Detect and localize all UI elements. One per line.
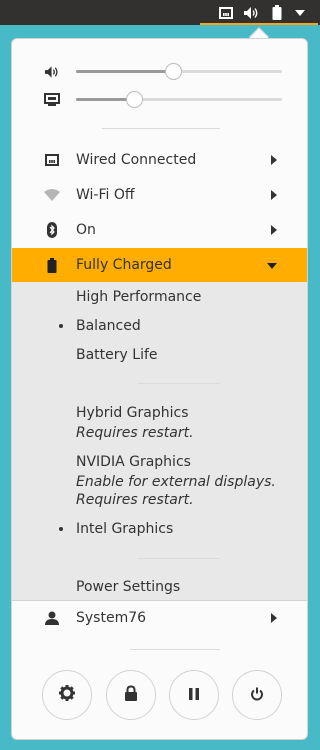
lock-icon — [124, 685, 138, 705]
bluetooth-item[interactable]: On — [12, 213, 307, 247]
chevron-down-icon — [267, 263, 277, 269]
system-menu: Wired Connected Wi-Fi Off On Fully Charg… — [11, 38, 308, 740]
chevron-down-icon[interactable] — [293, 4, 307, 21]
user-item[interactable]: System76 — [12, 601, 307, 635]
profile-battery-life[interactable]: Battery Life — [76, 347, 158, 363]
settings-button[interactable] — [42, 670, 92, 720]
suspend-icon — [188, 686, 200, 705]
selected-indicator — [59, 324, 63, 328]
active-indicator — [200, 23, 318, 25]
battery-item[interactable]: Fully Charged — [12, 248, 307, 282]
network-wired-icon[interactable] — [217, 4, 235, 21]
selected-indicator — [59, 527, 63, 531]
volume-slider-row — [12, 59, 307, 83]
profile-high-performance[interactable]: High Performance — [76, 289, 201, 305]
graphics-hybrid-note: Requires restart. — [76, 425, 194, 441]
power-submenu: High Performance Balanced Battery Life H… — [12, 282, 307, 600]
volume-icon[interactable] — [241, 4, 261, 21]
suspend-button[interactable] — [169, 670, 219, 720]
volume-icon — [44, 64, 60, 78]
power-icon — [250, 686, 264, 705]
brightness-slider[interactable] — [76, 91, 282, 108]
battery-full-icon[interactable] — [270, 4, 284, 21]
separator — [130, 649, 220, 650]
wired-connection-item[interactable]: Wired Connected — [12, 143, 307, 177]
display-brightness-icon — [44, 92, 60, 106]
top-bar — [0, 0, 320, 25]
battery-full-icon — [44, 257, 60, 273]
graphics-nvidia-note: Enable for external displays. Requires r… — [76, 474, 276, 508]
profile-balanced[interactable]: Balanced — [76, 318, 141, 334]
chevron-right-icon — [271, 155, 277, 165]
wifi-icon — [44, 187, 60, 203]
volume-slider[interactable] — [76, 63, 282, 80]
volume-slider-fill — [76, 70, 173, 73]
settings-gear-icon — [59, 685, 75, 705]
wired-connection-label: Wired Connected — [76, 152, 197, 168]
graphics-hybrid[interactable]: Hybrid Graphics — [76, 405, 189, 421]
power-off-button[interactable] — [232, 670, 282, 720]
brightness-slider-knob[interactable] — [125, 91, 143, 108]
volume-slider-knob[interactable] — [164, 63, 182, 80]
brightness-slider-row — [12, 87, 307, 111]
graphics-nvidia[interactable]: NVIDIA Graphics — [76, 454, 191, 470]
user-icon — [44, 610, 60, 626]
network-wired-icon — [44, 152, 60, 168]
bluetooth-icon — [44, 222, 60, 238]
power-settings-item[interactable]: Power Settings — [76, 579, 180, 595]
battery-label: Fully Charged — [76, 257, 172, 273]
separator — [138, 383, 220, 384]
bluetooth-label: On — [76, 222, 96, 238]
separator — [138, 558, 220, 559]
user-name: System76 — [76, 610, 147, 626]
separator — [102, 128, 220, 129]
chevron-right-icon — [271, 613, 277, 623]
lock-button[interactable] — [106, 670, 156, 720]
graphics-intel[interactable]: Intel Graphics — [76, 521, 173, 537]
wifi-item[interactable]: Wi-Fi Off — [12, 178, 307, 212]
chevron-right-icon — [271, 225, 277, 235]
wifi-label: Wi-Fi Off — [76, 187, 135, 203]
chevron-right-icon — [271, 190, 277, 200]
